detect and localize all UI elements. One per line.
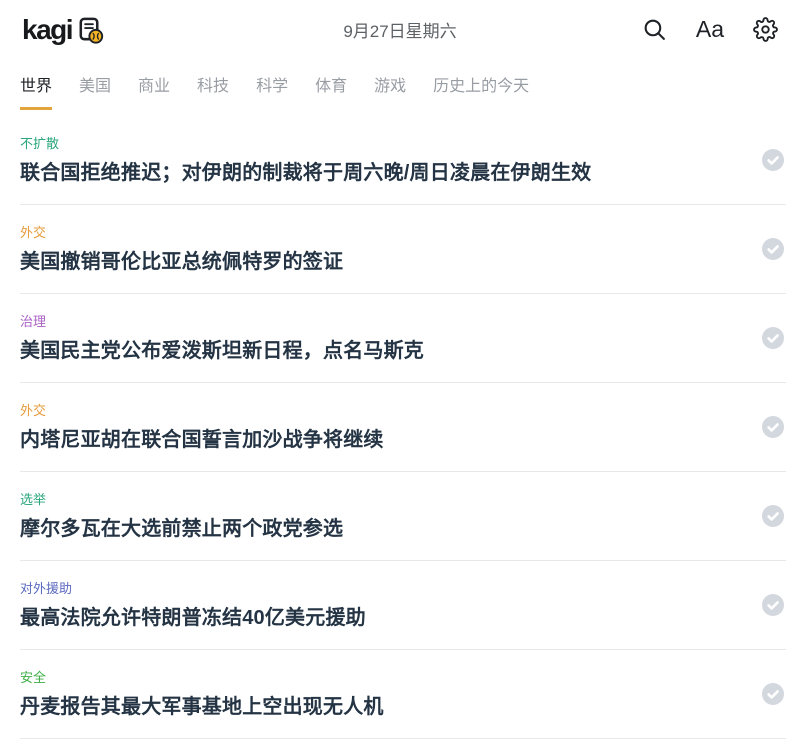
header: kagi 9月27日星期六 Aa — [0, 0, 800, 58]
category-label: 不扩散 — [20, 133, 726, 152]
kagi-logo[interactable]: kagi — [22, 14, 105, 45]
gear-icon — [753, 17, 778, 42]
category-label: 选举 — [20, 489, 726, 508]
category-label: 治理 — [20, 311, 726, 330]
text-size-button[interactable]: Aa — [696, 18, 724, 41]
headline[interactable]: 美国撤销哥伦比亚总统佩特罗的签证 — [20, 250, 726, 274]
story-list: 不扩散 联合国拒绝推迟；对伊朗的制裁将于周六晚/周日凌晨在伊朗生效 外交 美国撤… — [20, 116, 786, 739]
news-item[interactable]: 对外援助 最高法院允许特朗普冻结40亿美元援助 — [20, 561, 786, 650]
search-icon — [642, 17, 667, 42]
kagi-logo-text: kagi — [22, 14, 72, 44]
headline[interactable]: 丹麦报告其最大军事基地上空出现无人机 — [20, 695, 726, 719]
check-circle-icon — [762, 594, 784, 616]
news-item[interactable]: 治理 美国民主党公布爱泼斯坦新日程，点名马斯克 — [20, 294, 786, 383]
tab-usa[interactable]: 美国 — [79, 72, 111, 110]
headline[interactable]: 摩尔多瓦在大选前禁止两个政党参选 — [20, 517, 726, 541]
mark-read-button[interactable] — [762, 505, 784, 527]
tab-games[interactable]: 游戏 — [374, 72, 406, 110]
tab-on-this-day[interactable]: 历史上的今天 — [433, 72, 529, 110]
tab-science[interactable]: 科学 — [256, 72, 288, 110]
category-label: 对外援助 — [20, 578, 726, 597]
news-item[interactable]: 选举 摩尔多瓦在大选前禁止两个政党参选 — [20, 472, 786, 561]
tab-business[interactable]: 商业 — [138, 72, 170, 110]
mark-read-button[interactable] — [762, 327, 784, 349]
mark-read-button[interactable] — [762, 149, 784, 171]
headline[interactable]: 最高法院允许特朗普冻结40亿美元援助 — [20, 606, 726, 630]
check-circle-icon — [762, 149, 784, 171]
search-button[interactable] — [642, 17, 667, 42]
news-item[interactable]: 外交 美国撤销哥伦比亚总统佩特罗的签证 — [20, 205, 786, 294]
mark-read-button[interactable] — [762, 416, 784, 438]
mark-read-button[interactable] — [762, 594, 784, 616]
category-label: 安全 — [20, 667, 726, 686]
tab-tech[interactable]: 科技 — [197, 72, 229, 110]
news-document-with-ball-icon — [74, 14, 105, 45]
news-item[interactable]: 安全 丹麦报告其最大军事基地上空出现无人机 — [20, 650, 786, 739]
tab-sports[interactable]: 体育 — [315, 72, 347, 110]
check-circle-icon — [762, 238, 784, 260]
headline[interactable]: 联合国拒绝推迟；对伊朗的制裁将于周六晚/周日凌晨在伊朗生效 — [20, 161, 726, 185]
check-circle-icon — [762, 327, 784, 349]
news-item[interactable]: 外交 内塔尼亚胡在联合国誓言加沙战争将继续 — [20, 383, 786, 472]
header-actions: Aa — [642, 17, 778, 42]
mark-read-button[interactable] — [762, 683, 784, 705]
check-circle-icon — [762, 505, 784, 527]
mark-read-button[interactable] — [762, 238, 784, 260]
tab-world[interactable]: 世界 — [20, 72, 52, 110]
headline[interactable]: 美国民主党公布爱泼斯坦新日程，点名马斯克 — [20, 339, 726, 363]
news-item[interactable]: 不扩散 联合国拒绝推迟；对伊朗的制裁将于周六晚/周日凌晨在伊朗生效 — [20, 116, 786, 205]
category-tabs: 世界 美国 商业 科技 科学 体育 游戏 历史上的今天 — [0, 58, 800, 110]
settings-button[interactable] — [753, 17, 778, 42]
headline[interactable]: 内塔尼亚胡在联合国誓言加沙战争将继续 — [20, 428, 726, 452]
category-label: 外交 — [20, 400, 726, 419]
check-circle-icon — [762, 416, 784, 438]
check-circle-icon — [762, 683, 784, 705]
category-label: 外交 — [20, 222, 726, 241]
